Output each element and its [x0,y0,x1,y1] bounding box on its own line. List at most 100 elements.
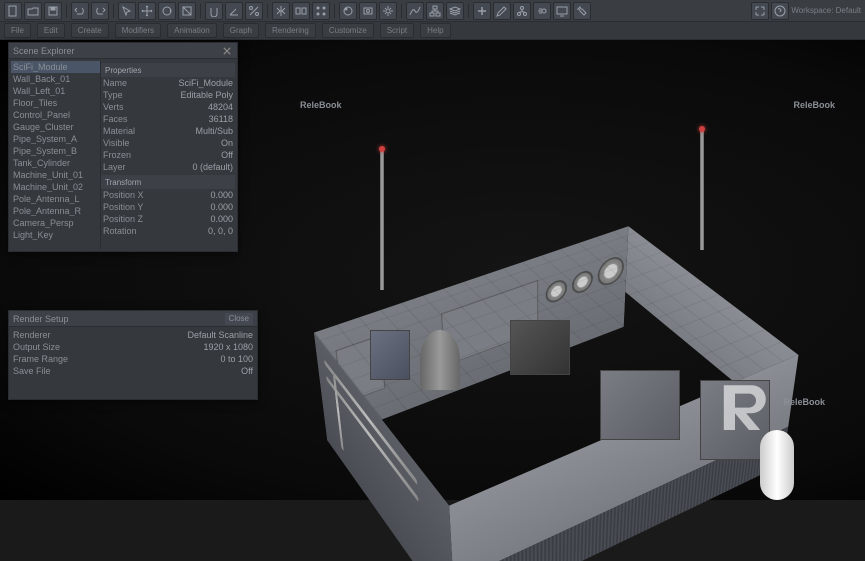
percent-snap-icon[interactable] [245,2,263,20]
workspace-label: Workspace: Default [791,6,861,15]
list-item[interactable]: Gauge_Cluster [11,121,100,133]
hierarchy-icon[interactable] [513,2,531,20]
list-item[interactable]: Pipe_System_B [11,145,100,157]
panel-header[interactable]: Render Setup Close [9,311,257,327]
material-icon[interactable] [339,2,357,20]
object-list[interactable]: SciFi_ModuleWall_Back_01Wall_Left_01Floo… [11,61,101,249]
pole-left [380,150,384,290]
section-header: Transform [101,175,235,189]
list-item[interactable]: SciFi_Module [11,61,100,73]
modify-icon[interactable] [493,2,511,20]
menu-customize[interactable]: Customize [322,23,374,38]
scene-explorer-panel[interactable]: Scene Explorer SciFi_ModuleWall_Back_01W… [8,42,238,252]
open-file-icon[interactable] [24,2,42,20]
list-item[interactable]: Pole_Antenna_R [11,205,100,217]
machine-1 [600,370,680,440]
menu-rendering[interactable]: Rendering [265,23,316,38]
redo-icon[interactable] [91,2,109,20]
list-item[interactable]: Light_Key [11,229,100,241]
property-row[interactable]: RendererDefault Scanline [11,329,255,341]
viewport-3d[interactable]: ReleBook ReleBook ReleBook ReleBook Rele… [0,40,865,500]
render-setup-icon[interactable] [379,2,397,20]
menu-animation[interactable]: Animation [167,23,217,38]
property-row: NameSciFi_Module [101,77,235,89]
close-icon[interactable] [221,45,233,57]
main-toolbar: Workspace: Default [0,0,865,22]
property-row[interactable]: Rotation0, 0, 0 [101,225,235,237]
menu-bar: File Edit Create Modifiers Animation Gra… [0,22,865,40]
render-setup-panel[interactable]: Render Setup Close RendererDefault Scanl… [8,310,258,400]
section-header: Properties [101,63,235,77]
property-row: FrozenOff [101,149,235,161]
main-area: ReleBook ReleBook ReleBook ReleBook Rele… [0,40,865,500]
layers-icon[interactable] [446,2,464,20]
property-row[interactable]: Position Y0.000 [101,201,235,213]
list-item[interactable]: Machine_Unit_02 [11,181,100,193]
property-row[interactable]: Output Size1920 x 1080 [11,341,255,353]
separator [66,4,67,18]
menu-file[interactable]: File [4,23,31,38]
list-item[interactable]: Wall_Back_01 [11,73,100,85]
list-item[interactable]: Pole_Antenna_L [11,193,100,205]
display-icon[interactable] [553,2,571,20]
list-item[interactable]: Camera_Persp [11,217,100,229]
tank [420,330,460,390]
menu-graph[interactable]: Graph [223,23,259,38]
property-row[interactable]: Position X0.000 [101,189,235,201]
scale-icon[interactable] [178,2,196,20]
antenna-light [699,126,705,132]
angle-snap-icon[interactable] [225,2,243,20]
save-icon[interactable] [44,2,62,20]
list-item[interactable]: Pipe_System_A [11,133,100,145]
machine-dark [510,320,570,375]
list-item[interactable]: Tank_Cylinder [11,157,100,169]
array-icon[interactable] [312,2,330,20]
property-row: MaterialMulti/Sub [101,125,235,137]
property-row: Faces36118 [101,113,235,125]
scene-3d [260,120,820,520]
property-row: VisibleOn [101,137,235,149]
separator [401,4,402,18]
property-row[interactable]: Position Z0.000 [101,213,235,225]
curve-editor-icon[interactable] [406,2,424,20]
menu-help[interactable]: Help [420,23,450,38]
list-item[interactable]: Machine_Unit_01 [11,169,100,181]
new-file-icon[interactable] [4,2,22,20]
menu-create[interactable]: Create [71,23,109,38]
separator [113,4,114,18]
separator [468,4,469,18]
menu-edit[interactable]: Edit [37,23,65,38]
create-icon[interactable] [473,2,491,20]
list-item[interactable]: Control_Panel [11,109,100,121]
help-icon[interactable] [771,2,789,20]
property-row[interactable]: Frame Range0 to 100 [11,353,255,365]
panel-title: Scene Explorer [13,46,75,56]
menu-modifiers[interactable]: Modifiers [115,23,161,38]
move-icon[interactable] [138,2,156,20]
menu-script[interactable]: Script [380,23,414,38]
property-row: Layer0 (default) [101,161,235,173]
close-button[interactable]: Close [225,313,253,325]
viewport-max-icon[interactable] [751,2,769,20]
undo-icon[interactable] [71,2,89,20]
mirror-icon[interactable] [272,2,290,20]
panel-header[interactable]: Scene Explorer [9,43,237,59]
property-row[interactable]: Save FileOff [11,365,255,377]
select-icon[interactable] [118,2,136,20]
property-row: Verts48204 [101,101,235,113]
rotate-icon[interactable] [158,2,176,20]
watermark: ReleBook [793,100,835,110]
align-icon[interactable] [292,2,310,20]
render-icon[interactable] [359,2,377,20]
motion-icon[interactable] [533,2,551,20]
list-item[interactable]: Floor_Tiles [11,97,100,109]
property-row: TypeEditable Poly [101,89,235,101]
antenna-light [379,146,385,152]
schematic-icon[interactable] [426,2,444,20]
separator [267,4,268,18]
list-item[interactable]: Wall_Left_01 [11,85,100,97]
snap-icon[interactable] [205,2,223,20]
separator [334,4,335,18]
utilities-icon[interactable] [573,2,591,20]
separator [200,4,201,18]
